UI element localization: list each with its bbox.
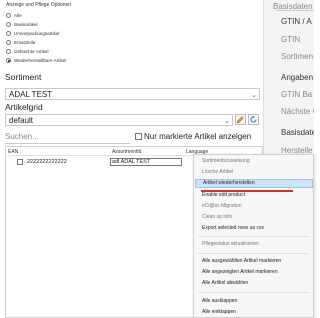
only-marked-checkbox[interactable] <box>135 133 142 140</box>
options-title: Anzeige und Pflege Optionen <box>6 2 72 8</box>
radio-button[interactable] <box>6 49 11 54</box>
only-marked-label: Nur markierte Artikel anzeigen <box>144 132 252 141</box>
radio-geloeschte-artikel[interactable]: Gelöschte Artikel <box>6 47 48 56</box>
field-label-naechste: Nächste G <box>281 107 314 116</box>
refresh-grid-button[interactable] <box>248 114 259 125</box>
menu-item-mark-displayed[interactable]: Alle angezeigten Artikel markieren <box>202 269 278 275</box>
pencil-icon <box>236 116 244 124</box>
radio-button[interactable] <box>6 31 11 36</box>
menu-item-clean-up-lists[interactable]: Clean up lists <box>202 214 232 220</box>
sortiment-label: Sortiment <box>5 72 42 82</box>
row-assortment-cell[interactable]: adl ADAL TEST <box>110 158 182 166</box>
field-label-sortiment: Sortimen <box>281 52 314 61</box>
menu-item-sortimentszuweisung[interactable]: Sortimentszuweisung <box>202 158 250 164</box>
radio-button[interactable] <box>6 40 11 45</box>
menu-item-loesche-artikel[interactable]: Lösche Artikel <box>202 169 233 175</box>
menu-item-artikel-wiederherstellen[interactable]: Artikel wiederherstellen <box>195 179 313 188</box>
sortiment-value: ADAL TEST <box>9 89 53 99</box>
grid-header-divider <box>5 155 193 156</box>
radio-wiederherstellbare-artikel[interactable]: Wiederherstellbare Artikel <box>6 56 66 65</box>
radio-label: Gelöschte Artikel <box>14 49 49 54</box>
menu-item-pflegestatus[interactable]: Pflegestatus aktualisieren <box>202 241 259 247</box>
radio-button[interactable] <box>6 22 11 27</box>
row-checkbox[interactable] <box>17 159 23 165</box>
menu-item-enable-edit-product[interactable]: Enable edit product <box>202 192 245 198</box>
menu-item-mark-selected[interactable]: Alle ausgewählten Artikel markieren <box>202 258 281 264</box>
section-angaben: Angaben <box>281 73 314 82</box>
section-basisdaten: Basisdate <box>281 128 314 137</box>
menu-item-expand-all[interactable]: Alle ausklappen <box>202 298 237 304</box>
edit-grid-button[interactable] <box>235 114 246 125</box>
menu-item-eclass-migration[interactable]: eCl@ss Migration <box>202 203 242 209</box>
artikelgrid-select[interactable]: default ⌄ <box>5 114 233 126</box>
radio-label: Alle <box>14 13 22 18</box>
menu-item-export-csv[interactable]: Export selected rows as csv <box>202 225 264 231</box>
radio-label: Ersatzteile <box>14 40 36 45</box>
radio-umverpackungsartikel[interactable]: Umverpackungsartikel <box>6 29 59 38</box>
refresh-icon <box>250 115 257 123</box>
field-label-gtin-basis: GTIN Ba <box>281 90 313 99</box>
menu-separator <box>198 292 309 293</box>
artikelgrid-value: default <box>9 115 34 125</box>
artikelgrid-label: Artikelgrid <box>5 102 43 112</box>
radio-button[interactable] <box>6 13 11 18</box>
radio-alle[interactable]: Alle <box>6 11 22 20</box>
row-ean: 2222222222222 <box>27 159 67 165</box>
chevron-down-icon: ⌄ <box>224 118 230 125</box>
radio-ersatzteile[interactable]: Ersatzteile <box>6 38 35 47</box>
chevron-down-icon: ⌄ <box>251 92 257 99</box>
radio-label: Basisartikel <box>14 22 38 27</box>
search-placeholder: Suchen... <box>5 132 39 141</box>
radio-basisartikel[interactable]: Basisartikel <box>6 20 38 29</box>
menu-separator <box>198 236 309 237</box>
sortiment-select[interactable]: ADAL TEST ⌄ <box>5 88 260 100</box>
tab-divider <box>276 10 314 11</box>
radio-label: Wiederherstellbare Artikel <box>14 58 67 63</box>
search-input[interactable]: Suchen... <box>5 132 130 144</box>
field-label-gtin: GTIN <box>281 35 301 44</box>
menu-item-collapse-all[interactable]: Alle einklappen <box>202 309 236 315</box>
context-menu: Sortimentszuweisung Lösche Artikel Artik… <box>193 154 314 318</box>
radio-label: Umverpackungsartikel <box>14 31 60 36</box>
menu-item-deselect-all[interactable]: Alle Artikel abwählen <box>202 280 248 286</box>
menu-separator <box>198 253 309 254</box>
section-gtin: GTIN / A <box>281 17 312 26</box>
radio-button-checked[interactable] <box>6 58 11 63</box>
